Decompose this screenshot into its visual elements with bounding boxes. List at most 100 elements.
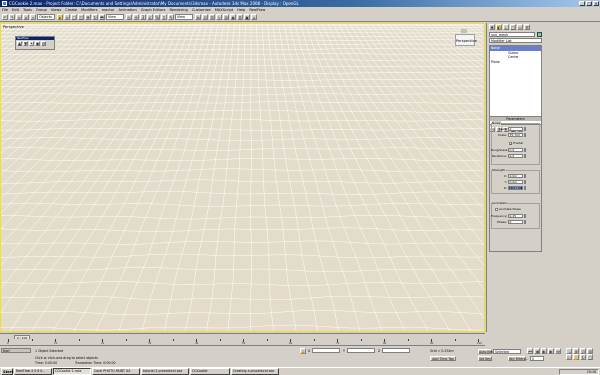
task-realflow[interactable]: RealFlow 4 0 6 0... bbox=[14, 368, 52, 375]
realflow-mesh-icon[interactable]: ◆ bbox=[35, 41, 40, 46]
named-selection-icon[interactable]: ✎ bbox=[168, 14, 174, 20]
render-setup-icon[interactable]: ⚙ bbox=[237, 14, 243, 20]
frequency-field[interactable]: 0.25 bbox=[508, 214, 523, 218]
pan-icon[interactable]: ✋ bbox=[573, 354, 579, 360]
named-selection-sets-dropdown[interactable]: View bbox=[175, 14, 193, 20]
object-name-field[interactable]: xxx_mesh bbox=[489, 32, 535, 37]
key-mode-dropdown[interactable]: Selected bbox=[493, 349, 521, 354]
phase-field[interactable]: 0 bbox=[508, 220, 523, 224]
layer-manager-icon[interactable]: ☰ bbox=[209, 14, 215, 20]
modifier-list-dropdown[interactable]: Modifier List bbox=[489, 38, 542, 43]
menu-create[interactable]: Create bbox=[65, 8, 77, 12]
unlink-icon[interactable]: ≠ bbox=[23, 14, 29, 20]
maxscript-listener[interactable]: Kiwi bbox=[1, 348, 31, 353]
angle-snap-icon[interactable]: ∠ bbox=[147, 14, 153, 20]
roughness-field[interactable]: 0.0 bbox=[508, 148, 523, 152]
stack-item-plane[interactable]: Plane bbox=[490, 60, 541, 65]
viewcube[interactable]: Perspective bbox=[453, 28, 477, 50]
iterations-field[interactable]: 6.0 bbox=[508, 154, 523, 158]
track-bar[interactable]: 0 10 20 30 40 50 60 70 80 90 100 bbox=[0, 339, 485, 346]
redo-icon[interactable]: ↷ bbox=[9, 14, 15, 20]
auto-key-button[interactable]: Auto Key bbox=[478, 349, 493, 354]
key-filters-button[interactable]: Key Filters... bbox=[508, 356, 528, 361]
goto-end-icon[interactable]: ⏭ bbox=[555, 348, 561, 354]
curve-editor-icon[interactable]: ∿ bbox=[216, 14, 222, 20]
viewport-label[interactable]: Perspective bbox=[3, 25, 24, 29]
task-cgcookie[interactable]: CGCookie bbox=[190, 368, 230, 375]
rendered-frame-icon[interactable]: ▣ bbox=[244, 14, 250, 20]
menu-reactor[interactable]: reactor bbox=[102, 8, 115, 12]
object-color-swatch[interactable] bbox=[537, 32, 542, 37]
realflow-export-icon[interactable]: ▲ bbox=[17, 41, 22, 46]
minimize-button[interactable]: _ bbox=[579, 1, 585, 6]
coord-z-field[interactable] bbox=[382, 348, 410, 353]
strength-x-field[interactable]: 0.0m bbox=[508, 174, 523, 178]
strength-x-spinner[interactable] bbox=[523, 174, 526, 178]
goto-start-icon[interactable]: ⏮ bbox=[527, 348, 533, 354]
strength-y-spinner[interactable] bbox=[523, 180, 526, 184]
select-scale-icon[interactable]: ⬒ bbox=[99, 14, 105, 20]
modify-tab-icon[interactable]: ◐ bbox=[496, 24, 502, 30]
next-frame-icon[interactable]: ▶ bbox=[548, 348, 554, 354]
coord-x-field[interactable] bbox=[312, 348, 340, 353]
realflow-particles-icon[interactable]: • bbox=[29, 41, 34, 46]
current-frame-field[interactable]: 0 bbox=[530, 356, 544, 361]
roughness-spinner[interactable] bbox=[523, 148, 526, 152]
menu-views[interactable]: Views bbox=[51, 8, 61, 12]
select-by-name-icon[interactable]: ≡ bbox=[64, 14, 70, 20]
lock-selection-icon[interactable]: 🔒 bbox=[300, 348, 306, 354]
task-tutorial[interactable]: tutorial 2 procedural sea bbox=[141, 368, 189, 375]
menu-help[interactable]: Help bbox=[237, 8, 245, 12]
perspective-viewport[interactable]: Perspective RealFlow ▲ ▼ • ◆ ⚙ Perspecti… bbox=[0, 23, 485, 332]
field-of-view-icon[interactable]: ▷ bbox=[566, 354, 572, 360]
select-object-icon[interactable]: ▸ bbox=[57, 14, 63, 20]
close-button[interactable]: × bbox=[593, 1, 599, 6]
set-key-button[interactable]: Set Key bbox=[478, 356, 492, 361]
menu-group[interactable]: Group bbox=[36, 8, 47, 12]
strength-z-field[interactable]: 0.028m bbox=[508, 186, 523, 190]
coord-y-field[interactable] bbox=[347, 348, 375, 353]
fractal-checkbox[interactable]: ✓ bbox=[509, 141, 513, 145]
menu-rendering[interactable]: Rendering bbox=[169, 8, 187, 12]
material-editor-icon[interactable]: ◉ bbox=[230, 14, 236, 20]
scale-field[interactable]: 35.702 bbox=[508, 133, 523, 137]
pivot-center-icon[interactable]: ◎ bbox=[126, 14, 132, 20]
realflow-import-icon[interactable]: ▼ bbox=[23, 41, 28, 46]
window-crossing-icon[interactable]: ◫ bbox=[78, 14, 84, 20]
menu-realflow[interactable]: RealFlow bbox=[249, 8, 265, 12]
mirror-icon[interactable]: ⇆ bbox=[195, 14, 201, 20]
menu-graph-editors[interactable]: Graph Editors bbox=[141, 8, 166, 12]
menu-modifiers[interactable]: Modifiers bbox=[81, 8, 97, 12]
task-cgcookie-max[interactable]: CGCookie 2.max bbox=[53, 368, 91, 375]
viewcube-face[interactable]: Perspective bbox=[455, 34, 477, 46]
frequency-spinner[interactable] bbox=[523, 214, 526, 218]
snap-toggle-icon[interactable]: 3 bbox=[140, 14, 146, 20]
bind-space-warp-icon[interactable]: ≈ bbox=[30, 14, 36, 20]
selection-filter-dropdown[interactable]: Objects bbox=[37, 14, 55, 20]
align-icon[interactable]: ⊟ bbox=[202, 14, 208, 20]
schematic-view-icon[interactable]: ⊞ bbox=[223, 14, 229, 20]
animate-noise-checkbox[interactable] bbox=[495, 207, 498, 211]
spinner-snap-icon[interactable]: ⇕ bbox=[161, 14, 167, 20]
link-icon[interactable]: ∞ bbox=[16, 14, 22, 20]
orbit-icon[interactable]: ↻ bbox=[580, 354, 586, 360]
undo-icon[interactable]: ↶ bbox=[2, 14, 8, 20]
task-creating-sea[interactable]: Creating a procedural sea bbox=[231, 368, 279, 375]
select-move-icon[interactable]: ✥ bbox=[85, 14, 91, 20]
rectangle-selection-icon[interactable]: □ bbox=[71, 14, 77, 20]
add-time-tag-button[interactable]: Add Time Tag bbox=[430, 356, 456, 361]
create-tab-icon[interactable]: ✱ bbox=[489, 24, 495, 30]
menu-customize[interactable]: Customize bbox=[192, 8, 211, 12]
render-icon[interactable]: ☕ bbox=[251, 14, 257, 20]
display-tab-icon[interactable]: ▭ bbox=[517, 24, 523, 30]
select-manipulate-icon[interactable]: ✛ bbox=[133, 14, 139, 20]
select-rotate-icon[interactable]: ↻ bbox=[92, 14, 98, 20]
strength-y-field[interactable]: 0.0m bbox=[508, 180, 523, 184]
prev-frame-icon[interactable]: ◀ bbox=[534, 348, 540, 354]
menu-animation[interactable]: Animation bbox=[118, 8, 136, 12]
strength-z-spinner[interactable] bbox=[523, 186, 526, 190]
hierarchy-tab-icon[interactable]: ⊥ bbox=[503, 24, 509, 30]
menu-maxscript[interactable]: MAXScript bbox=[215, 8, 233, 12]
reference-coordinate-dropdown[interactable]: View bbox=[106, 14, 124, 20]
maximize-viewport-icon[interactable]: ▢ bbox=[587, 354, 593, 360]
